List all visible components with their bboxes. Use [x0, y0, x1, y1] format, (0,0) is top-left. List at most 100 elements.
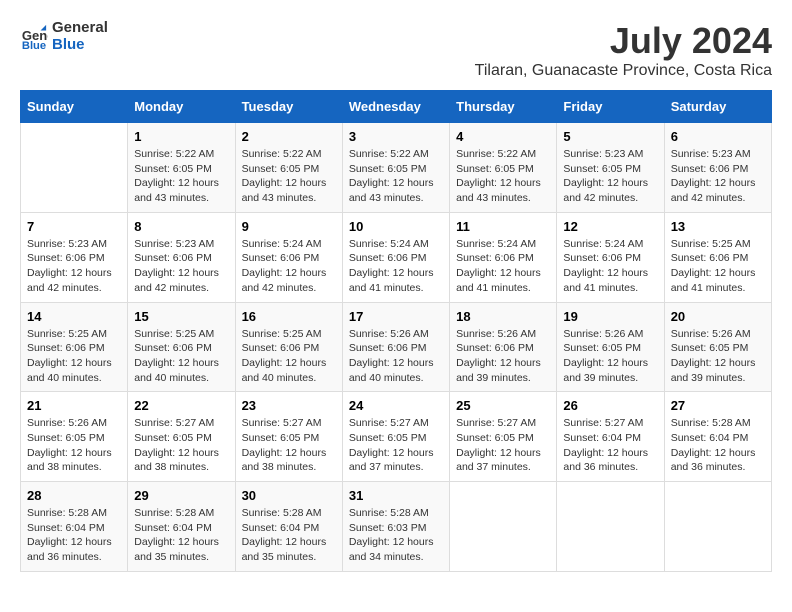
- day-number: 6: [671, 129, 765, 144]
- table-row: 10Sunrise: 5:24 AM Sunset: 6:06 PM Dayli…: [342, 212, 449, 302]
- day-number: 30: [242, 488, 336, 503]
- day-number: 8: [134, 219, 228, 234]
- calendar-header-row: Sunday Monday Tuesday Wednesday Thursday…: [21, 91, 772, 123]
- table-row: 3 Sunrise: 5:22 AM Sunset: 6:05 PM Daylig…: [342, 123, 449, 213]
- logo-blue: Blue: [52, 37, 108, 54]
- table-row: 6 Sunrise: 5:23 AM Sunset: 6:06 PM Daylig…: [664, 123, 771, 213]
- day-info: Sunrise: 5:27 AM Sunset: 6:05 PM Dayligh…: [456, 416, 550, 475]
- table-row: 17 Sunrise: 5:26 AM Sunset: 6:06 PM Dayli…: [342, 302, 449, 392]
- table-row: 22 Sunrise: 5:27 AM Sunset: 6:05 PM Dayli…: [128, 392, 235, 482]
- day-number: 14: [27, 309, 121, 324]
- table-row: 15Sunrise: 5:25 AM Sunset: 6:06 PM Dayli…: [128, 302, 235, 392]
- table-row: 30 Sunrise: 5:28 AM Sunset: 6:04 PM Dayli…: [235, 482, 342, 572]
- col-saturday: Saturday: [664, 91, 771, 123]
- day-number: 26: [563, 398, 657, 413]
- day-info: Sunrise: 5:27 AM Sunset: 6:05 PM Dayligh…: [349, 416, 443, 475]
- table-row: 14Sunrise: 5:25 AM Sunset: 6:06 PM Dayli…: [21, 302, 128, 392]
- logo-general: General: [52, 20, 108, 37]
- day-info: Sunrise: 5:26 AM Sunset: 6:05 PM Dayligh…: [563, 327, 657, 386]
- table-row: 5Sunrise: 5:23 AM Sunset: 6:05 PM Daylig…: [557, 123, 664, 213]
- calendar-week-row: 21 Sunrise: 5:26 AM Sunset: 6:05 PM Dayli…: [21, 392, 772, 482]
- day-info: Sunrise: 5:22 AM Sunset: 6:05 PM Dayligh…: [242, 147, 336, 206]
- table-row: [21, 123, 128, 213]
- table-row: 25 Sunrise: 5:27 AM Sunset: 6:05 PM Dayli…: [450, 392, 557, 482]
- day-number: 31: [349, 488, 443, 503]
- day-number: 11: [456, 219, 550, 234]
- calendar-week-row: 7 Sunrise: 5:23 AM Sunset: 6:06 PM Daylig…: [21, 212, 772, 302]
- col-tuesday: Tuesday: [235, 91, 342, 123]
- svg-text:Blue: Blue: [22, 40, 46, 51]
- title-section: July 2024 Tilaran, Guanacaste Province, …: [475, 20, 772, 80]
- table-row: 8 Sunrise: 5:23 AM Sunset: 6:06 PM Daylig…: [128, 212, 235, 302]
- table-row: 27 Sunrise: 5:28 AM Sunset: 6:04 PM Dayli…: [664, 392, 771, 482]
- logo: General Blue General Blue: [20, 20, 108, 53]
- day-info: Sunrise: 5:26 AM Sunset: 6:05 PM Dayligh…: [671, 327, 765, 386]
- day-number: 17: [349, 309, 443, 324]
- calendar-table: Sunday Monday Tuesday Wednesday Thursday…: [20, 90, 772, 572]
- table-row: 12Sunrise: 5:24 AM Sunset: 6:06 PM Dayli…: [557, 212, 664, 302]
- table-row: 24 Sunrise: 5:27 AM Sunset: 6:05 PM Dayli…: [342, 392, 449, 482]
- calendar-week-row: 14 Sunrise: 5:25 AM Sunset: 6:06 PM Dayli…: [21, 302, 772, 392]
- header: General Blue General Blue July 2024 Tila…: [20, 20, 772, 80]
- day-info: Sunrise: 5:27 AM Sunset: 6:05 PM Dayligh…: [134, 416, 228, 475]
- table-row: 20 Sunrise: 5:26 AM Sunset: 6:05 PM Dayli…: [664, 302, 771, 392]
- day-number: 21: [27, 398, 121, 413]
- col-wednesday: Wednesday: [342, 91, 449, 123]
- day-number: 5: [563, 129, 657, 144]
- table-row: [450, 482, 557, 572]
- col-friday: Friday: [557, 91, 664, 123]
- day-info: Sunrise: 5:22 AM Sunset: 6:05 PM Dayligh…: [349, 147, 443, 206]
- table-row: 1Sunrise: 5:22 AM Sunset: 6:05 PM Daylig…: [128, 123, 235, 213]
- day-number: 23: [242, 398, 336, 413]
- day-info: Sunrise: 5:25 AM Sunset: 6:06 PM Dayligh…: [242, 327, 336, 386]
- day-number: 22: [134, 398, 228, 413]
- day-number: 1: [134, 129, 228, 144]
- table-row: 16 Sunrise: 5:25 AM Sunset: 6:06 PM Dayli…: [235, 302, 342, 392]
- day-info: Sunrise: 5:28 AM Sunset: 6:04 PM Dayligh…: [242, 506, 336, 565]
- col-sunday: Sunday: [21, 91, 128, 123]
- day-info: Sunrise: 5:28 AM Sunset: 6:04 PM Dayligh…: [671, 416, 765, 475]
- day-info: Sunrise: 5:25 AM Sunset: 6:06 PM Dayligh…: [671, 237, 765, 296]
- table-row: 26 Sunrise: 5:27 AM Sunset: 6:04 PM Dayli…: [557, 392, 664, 482]
- day-info: Sunrise: 5:26 AM Sunset: 6:06 PM Dayligh…: [349, 327, 443, 386]
- day-number: 28: [27, 488, 121, 503]
- day-info: Sunrise: 5:23 AM Sunset: 6:06 PM Dayligh…: [27, 237, 121, 296]
- day-info: Sunrise: 5:23 AM Sunset: 6:06 PM Dayligh…: [671, 147, 765, 206]
- table-row: 31 Sunrise: 5:28 AM Sunset: 6:03 PM Dayli…: [342, 482, 449, 572]
- day-number: 19: [563, 309, 657, 324]
- day-number: 3: [349, 129, 443, 144]
- day-info: Sunrise: 5:24 AM Sunset: 6:06 PM Dayligh…: [563, 237, 657, 296]
- table-row: 18Sunrise: 5:26 AM Sunset: 6:06 PM Dayli…: [450, 302, 557, 392]
- table-row: 23 Sunrise: 5:27 AM Sunset: 6:05 PM Dayli…: [235, 392, 342, 482]
- table-row: 19 Sunrise: 5:26 AM Sunset: 6:05 PM Dayli…: [557, 302, 664, 392]
- calendar-title: July 2024: [475, 20, 772, 62]
- table-row: 13Sunrise: 5:25 AM Sunset: 6:06 PM Dayli…: [664, 212, 771, 302]
- day-number: 18: [456, 309, 550, 324]
- logo-icon: General Blue: [20, 23, 48, 51]
- table-row: 28Sunrise: 5:28 AM Sunset: 6:04 PM Dayli…: [21, 482, 128, 572]
- calendar-week-row: 28 Sunrise: 5:28 AM Sunset: 6:04 PM Dayli…: [21, 482, 772, 572]
- day-number: 20: [671, 309, 765, 324]
- table-row: 11Sunrise: 5:24 AM Sunset: 6:06 PM Dayli…: [450, 212, 557, 302]
- day-info: Sunrise: 5:28 AM Sunset: 6:03 PM Dayligh…: [349, 506, 443, 565]
- table-row: 29Sunrise: 5:28 AM Sunset: 6:04 PM Dayli…: [128, 482, 235, 572]
- day-number: 9: [242, 219, 336, 234]
- day-info: Sunrise: 5:24 AM Sunset: 6:06 PM Dayligh…: [349, 237, 443, 296]
- table-row: 2Sunrise: 5:22 AM Sunset: 6:05 PM Daylig…: [235, 123, 342, 213]
- day-info: Sunrise: 5:25 AM Sunset: 6:06 PM Dayligh…: [134, 327, 228, 386]
- day-number: 4: [456, 129, 550, 144]
- table-row: [664, 482, 771, 572]
- day-number: 29: [134, 488, 228, 503]
- day-number: 16: [242, 309, 336, 324]
- day-info: Sunrise: 5:22 AM Sunset: 6:05 PM Dayligh…: [456, 147, 550, 206]
- col-monday: Monday: [128, 91, 235, 123]
- day-number: 24: [349, 398, 443, 413]
- day-info: Sunrise: 5:27 AM Sunset: 6:05 PM Dayligh…: [242, 416, 336, 475]
- day-info: Sunrise: 5:23 AM Sunset: 6:06 PM Dayligh…: [134, 237, 228, 296]
- day-info: Sunrise: 5:26 AM Sunset: 6:05 PM Dayligh…: [27, 416, 121, 475]
- day-number: 25: [456, 398, 550, 413]
- day-info: Sunrise: 5:27 AM Sunset: 6:04 PM Dayligh…: [563, 416, 657, 475]
- day-number: 7: [27, 219, 121, 234]
- day-number: 27: [671, 398, 765, 413]
- table-row: 4 Sunrise: 5:22 AM Sunset: 6:05 PM Daylig…: [450, 123, 557, 213]
